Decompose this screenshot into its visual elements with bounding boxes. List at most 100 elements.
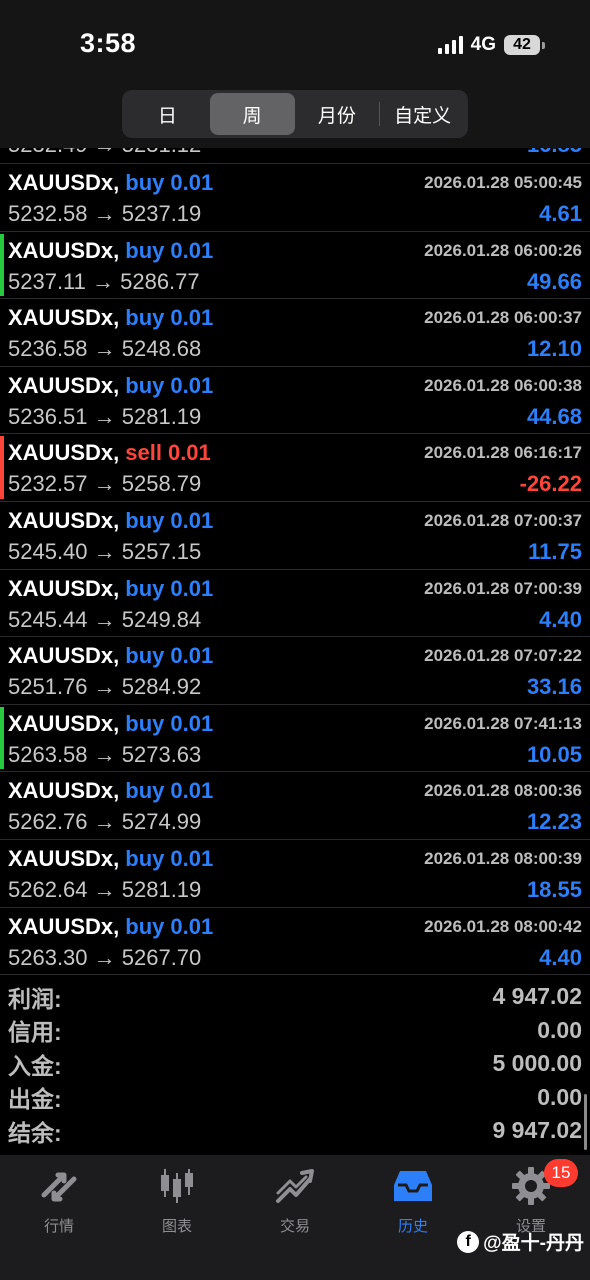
deal-title: XAUUSDx, buy 0.01 bbox=[8, 711, 213, 737]
summary-value: 4 947.02 bbox=[492, 983, 582, 1010]
deal-marker bbox=[0, 910, 4, 973]
deal-prices: 5236.51 → 5281.19 bbox=[8, 403, 202, 429]
deal-volume: 0.01 bbox=[170, 507, 214, 533]
candlestick-chart-icon bbox=[161, 1169, 193, 1203]
summary-value: 5 000.00 bbox=[492, 1050, 582, 1077]
deal-row-partial[interactable]: 5232.49 → 5231.12 16.85 bbox=[0, 148, 590, 164]
deal-symbol: XAUUSDx, bbox=[8, 575, 120, 601]
period-tab-week[interactable]: 周 bbox=[209, 93, 295, 135]
deal-marker bbox=[0, 706, 4, 770]
deal-marker bbox=[0, 842, 4, 905]
summary-label: 出金: bbox=[8, 1086, 62, 1113]
deal-symbol: XAUUSDx, bbox=[8, 507, 120, 533]
deal-title: XAUUSDx, buy 0.01 bbox=[8, 373, 213, 399]
deal-time: 2026.01.28 07:41:13 bbox=[424, 713, 582, 733]
deal-row[interactable]: XAUUSDx, buy 0.01 2026.01.28 05:00:45 5232.5… bbox=[0, 164, 590, 232]
tab-label: 图表 bbox=[161, 1218, 192, 1235]
deal-side: buy bbox=[125, 237, 165, 263]
deal-side: sell bbox=[125, 440, 162, 466]
deal-volume: 0.01 bbox=[170, 575, 214, 601]
deal-symbol: XAUUSDx, bbox=[8, 778, 120, 804]
deal-row[interactable]: XAUUSDx, buy 0.01 2026.01.28 07:00:37 5245.4… bbox=[0, 502, 590, 570]
deal-profit: 4.40 bbox=[539, 606, 582, 632]
summary-row: 入金: 5 000.00 bbox=[0, 1047, 590, 1081]
watermark: f @盈十-丹丹 bbox=[457, 1228, 584, 1255]
deal-title: XAUUSDx, buy 0.01 bbox=[8, 846, 213, 872]
tab-trade[interactable]: 交易 bbox=[236, 1155, 354, 1280]
deal-prices: 5232.58 → 5237.19 bbox=[8, 201, 202, 226]
period-tab-custom[interactable]: 自定义 bbox=[380, 93, 465, 135]
deal-prices: 5245.44 → 5249.84 bbox=[8, 606, 202, 632]
deal-title: XAUUSDx, sell 0.01 bbox=[8, 440, 211, 466]
deal-row[interactable]: XAUUSDx, buy 0.01 2026.01.28 08:00:36 5262.7… bbox=[0, 772, 590, 840]
deal-side: buy bbox=[125, 845, 165, 871]
deal-row[interactable]: XAUUSDx, buy 0.01 2026.01.28 06:00:26 5237.1… bbox=[0, 232, 590, 300]
deal-row[interactable]: XAUUSDx, buy 0.01 2026.01.28 08:00:39 5262.6… bbox=[0, 840, 590, 908]
deal-symbol: XAUUSDx, bbox=[8, 913, 120, 939]
deal-symbol: XAUUSDx, bbox=[8, 710, 120, 736]
deal-side: buy bbox=[125, 778, 165, 804]
deal-symbol: XAUUSDx, bbox=[8, 170, 120, 195]
summary-row: 结余: 9 947.02 bbox=[0, 1114, 590, 1148]
deal-side: buy bbox=[125, 305, 165, 331]
period-tab-month[interactable]: 月份 bbox=[295, 93, 380, 135]
tab-history[interactable]: 历史 bbox=[354, 1155, 472, 1280]
deal-title: XAUUSDx, buy 0.01 bbox=[8, 778, 213, 804]
deal-row[interactable]: XAUUSDx, buy 0.01 2026.01.28 07:07:22 5251.7… bbox=[0, 637, 590, 705]
deal-volume: 0.01 bbox=[167, 440, 211, 466]
tab-quotes[interactable]: 行情 bbox=[0, 1155, 118, 1280]
deal-time: 2026.01.28 06:00:37 bbox=[424, 308, 582, 328]
deal-title: XAUUSDx, buy 0.01 bbox=[8, 576, 213, 602]
deal-side: buy bbox=[125, 507, 165, 533]
summary-label: 利润: bbox=[8, 985, 62, 1012]
deal-row[interactable]: XAUUSDx, buy 0.01 2026.01.28 06:00:38 5236.5… bbox=[0, 367, 590, 435]
deal-symbol: XAUUSDx, bbox=[8, 845, 120, 871]
status-indicators: 4G 42 bbox=[437, 33, 545, 57]
period-segmented-control: 日 周 月份 自定义 bbox=[122, 90, 468, 138]
deal-side: buy bbox=[125, 643, 165, 669]
deal-prices: 5262.76 → 5274.99 bbox=[8, 809, 202, 835]
deal-row[interactable]: XAUUSDx, buy 0.01 2026.01.28 07:41:13 5263.5… bbox=[0, 705, 590, 773]
deal-title: XAUUSDx, buy 0.01 bbox=[8, 508, 213, 534]
deal-marker bbox=[0, 436, 4, 499]
deal-title: XAUUSDx, buy 0.01 bbox=[8, 914, 213, 940]
summary-row: 出金: 0.00 bbox=[0, 1081, 590, 1115]
battery-icon: 42 bbox=[504, 35, 545, 55]
deal-profit: 16.85 bbox=[527, 148, 582, 158]
deal-title: XAUUSDx, buy 0.01 bbox=[8, 643, 213, 669]
deal-prices: 5251.76 → 5284.92 bbox=[8, 674, 202, 700]
tab-chart[interactable]: 图表 bbox=[118, 1155, 236, 1280]
notification-badge: 15 bbox=[544, 1159, 578, 1187]
period-tab-day[interactable]: 日 bbox=[125, 93, 210, 135]
summary-row: 信用: 0.00 bbox=[0, 1014, 590, 1048]
deal-volume: 0.01 bbox=[170, 237, 214, 263]
deal-profit: -26.22 bbox=[519, 471, 582, 497]
summary-label: 入金: bbox=[8, 1052, 62, 1079]
tab-settings[interactable]: 15 设置 bbox=[472, 1155, 590, 1280]
deal-marker bbox=[0, 233, 4, 297]
deal-profit: 12.23 bbox=[526, 809, 582, 835]
deal-volume: 0.01 bbox=[170, 778, 214, 804]
deal-side: buy bbox=[125, 913, 165, 939]
deal-row[interactable]: XAUUSDx, buy 0.01 2026.01.28 07:00:39 5245.4… bbox=[0, 570, 590, 638]
deal-row[interactable]: XAUUSDx, sell 0.01 2026.01.28 06:16:17 5232.… bbox=[0, 434, 590, 502]
deal-time: 2026.01.28 06:00:26 bbox=[424, 240, 582, 260]
deal-time: 2026.01.28 07:00:39 bbox=[424, 578, 582, 598]
scrollbar[interactable] bbox=[584, 1094, 587, 1150]
deal-row[interactable]: XAUUSDx, buy 0.01 2026.01.28 06:00:37 5236.5… bbox=[0, 299, 590, 367]
deal-side: buy bbox=[125, 170, 165, 195]
tab-label: 历史 bbox=[397, 1218, 428, 1235]
deal-prices: 5263.30 → 5267.70 bbox=[8, 944, 202, 970]
summary-value: 0.00 bbox=[537, 1083, 582, 1110]
quotes-arrows-icon bbox=[41, 1172, 77, 1202]
watermark-text: @盈十-丹丹 bbox=[483, 1233, 584, 1254]
deal-time: 2026.01.28 08:00:36 bbox=[424, 781, 582, 801]
deal-row[interactable]: XAUUSDx, buy 0.01 2026.01.28 08:00:42 5263.3… bbox=[0, 908, 590, 976]
status-bar: 3:58 4G 42 bbox=[0, 0, 590, 86]
deal-profit: 49.66 bbox=[526, 268, 582, 294]
deal-symbol: XAUUSDx, bbox=[8, 643, 120, 669]
deal-profit: 4.61 bbox=[539, 201, 582, 226]
period-bar: 日 周 月份 自定义 bbox=[0, 86, 590, 148]
deal-marker bbox=[0, 774, 4, 837]
deal-volume: 0.01 bbox=[170, 643, 214, 669]
